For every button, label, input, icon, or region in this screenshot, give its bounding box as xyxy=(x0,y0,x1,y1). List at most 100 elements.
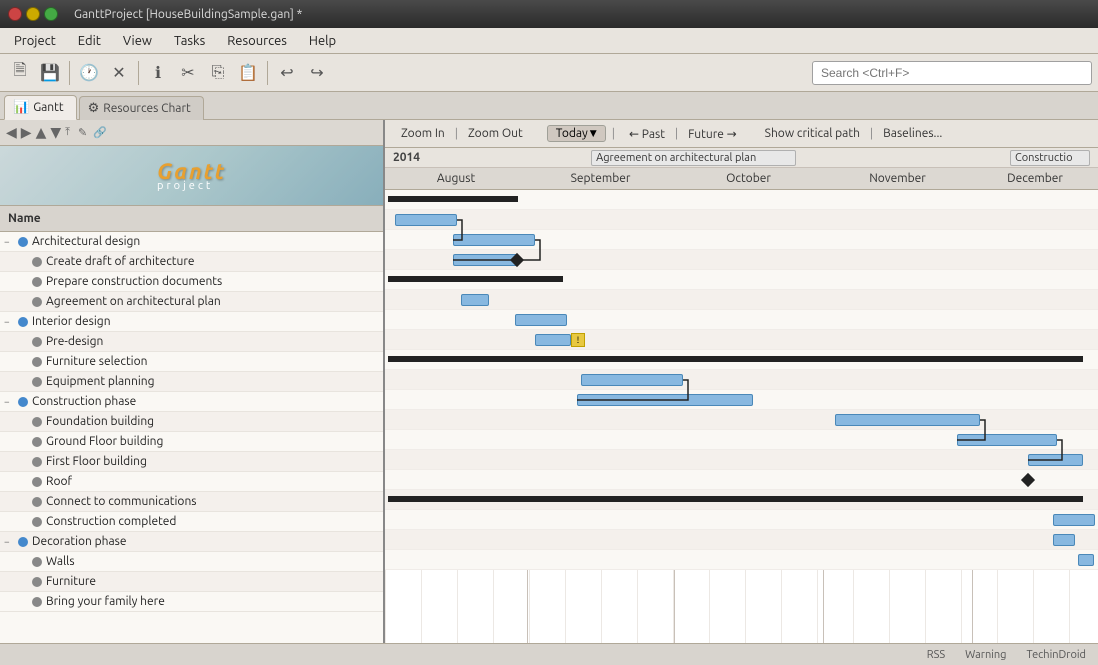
task-name: Construction phase xyxy=(32,395,136,408)
gantt-task-bar[interactable] xyxy=(515,314,567,326)
window-controls[interactable] xyxy=(8,7,58,21)
task-row[interactable]: Create draft of architecture xyxy=(0,252,383,272)
baselines-button[interactable]: Baselines... xyxy=(875,125,950,142)
task-name: Foundation building xyxy=(46,415,154,428)
today-button[interactable]: Today ▼ xyxy=(547,125,606,142)
task-dot xyxy=(32,457,42,467)
search-input[interactable] xyxy=(812,61,1092,85)
zoom-out-button[interactable]: Zoom Out xyxy=(460,125,531,142)
zoom-in-button[interactable]: Zoom In xyxy=(393,125,453,142)
task-dot xyxy=(32,577,42,587)
gantt-task-bar[interactable] xyxy=(1053,514,1095,526)
gantt-month-november: November xyxy=(823,172,972,185)
task-dot xyxy=(32,497,42,507)
show-critical-path-button[interactable]: Show critical path xyxy=(757,125,868,142)
maximize-button[interactable] xyxy=(44,7,58,21)
gantt-tab-icon: 📊 xyxy=(13,100,29,115)
save-button[interactable]: 💾 xyxy=(36,59,64,87)
task-name: Architectural design xyxy=(32,235,140,248)
task-row[interactable]: Connect to communications xyxy=(0,492,383,512)
nav-up[interactable]: ▲ xyxy=(34,124,49,141)
paste-button[interactable]: 📋 xyxy=(234,59,262,87)
gantt-task-bar[interactable] xyxy=(577,394,753,406)
expand-btn[interactable]: − xyxy=(4,396,18,407)
menu-edit[interactable]: Edit xyxy=(68,32,111,50)
task-row[interactable]: Ground Floor building xyxy=(0,432,383,452)
expand-btn[interactable]: − xyxy=(4,536,18,547)
redo-button[interactable]: ↪ xyxy=(303,59,331,87)
past-button[interactable]: ← Past xyxy=(621,125,673,143)
gantt-row-bg xyxy=(385,310,1098,330)
task-row[interactable]: Prepare construction documents xyxy=(0,272,383,292)
menu-help[interactable]: Help xyxy=(299,32,346,50)
menu-tasks[interactable]: Tasks xyxy=(164,32,215,50)
gantt-task-bar[interactable] xyxy=(1028,454,1083,466)
task-name: Connect to communications xyxy=(46,495,197,508)
task-row[interactable]: − Construction phase xyxy=(0,392,383,412)
nav-edit[interactable]: ✎ xyxy=(76,126,89,139)
task-row[interactable]: Construction completed xyxy=(0,512,383,532)
toolbar: 🗎 💾 🕐 ✕ ℹ ✂ ⎘ 📋 ↩ ↪ xyxy=(0,54,1098,92)
gantt-month-december: December xyxy=(972,172,1098,185)
nav-left[interactable]: ◀ xyxy=(4,124,19,141)
gantt-task-bar[interactable] xyxy=(535,334,571,346)
gantt-task-bar[interactable] xyxy=(1053,534,1075,546)
gantt-chart-area[interactable]: ! xyxy=(385,190,1098,643)
menu-view[interactable]: View xyxy=(113,32,162,50)
task-row[interactable]: − Decoration phase xyxy=(0,532,383,552)
task-dot xyxy=(32,437,42,447)
task-list[interactable]: − Architectural design Create draft of a… xyxy=(0,232,383,643)
task-row[interactable]: Foundation building xyxy=(0,412,383,432)
cut-button[interactable]: ✂ xyxy=(174,59,202,87)
gantt-task-bar[interactable] xyxy=(1078,554,1094,566)
expand-btn[interactable]: − xyxy=(4,316,18,327)
task-name: First Floor building xyxy=(46,455,147,468)
task-panel-header: Name xyxy=(0,206,383,232)
copy-button[interactable]: ⎘ xyxy=(204,59,232,87)
task-name: Decoration phase xyxy=(32,535,127,548)
nav-right[interactable]: ▶ xyxy=(19,124,34,141)
nav-arrows[interactable]: ◀ ▶ ▲ ▼ ⤒ ✎ 🔗 xyxy=(4,124,109,141)
agreement-label: Agreement on architectural plan xyxy=(591,150,796,166)
gantt-task-bar[interactable] xyxy=(581,374,683,386)
info-button[interactable]: ℹ xyxy=(144,59,172,87)
task-row[interactable]: Equipment planning xyxy=(0,372,383,392)
task-dot xyxy=(32,337,42,347)
gantt-row-bg xyxy=(385,210,1098,230)
gantt-task-bar[interactable] xyxy=(461,294,489,306)
task-row[interactable]: Roof xyxy=(0,472,383,492)
minimize-button[interactable] xyxy=(26,7,40,21)
gantt-task-bar[interactable] xyxy=(835,414,980,426)
gantt-row-bg xyxy=(385,410,1098,430)
gantt-task-bar[interactable] xyxy=(453,254,518,266)
task-row[interactable]: Bring your family here xyxy=(0,592,383,612)
task-row[interactable]: First Floor building xyxy=(0,452,383,472)
gantt-task-bar[interactable] xyxy=(395,214,457,226)
task-row[interactable]: − Interior design xyxy=(0,312,383,332)
gantt-task-bar[interactable] xyxy=(957,434,1057,446)
new-button[interactable]: 🗎 xyxy=(6,59,34,87)
gantt-row-bg xyxy=(385,530,1098,550)
task-row[interactable]: − Architectural design xyxy=(0,232,383,252)
tab-resources[interactable]: ⚙ Resources Chart xyxy=(79,96,204,120)
task-name: Furniture selection xyxy=(46,355,147,368)
undo-button[interactable]: ↩ xyxy=(273,59,301,87)
close-button[interactable] xyxy=(8,7,22,21)
expand-btn[interactable]: − xyxy=(4,236,18,247)
future-button[interactable]: Future → xyxy=(680,125,745,143)
nav-up2[interactable]: ⤒ xyxy=(63,126,72,139)
task-row[interactable]: Pre-design xyxy=(0,332,383,352)
gantt-task-bar[interactable] xyxy=(453,234,535,246)
tab-gantt[interactable]: 📊 Gantt xyxy=(4,95,77,120)
task-row[interactable]: Agreement on architectural plan xyxy=(0,292,383,312)
task-row[interactable]: Walls xyxy=(0,552,383,572)
menu-project[interactable]: Project xyxy=(4,32,66,50)
task-row[interactable]: Furniture xyxy=(0,572,383,592)
nav-down[interactable]: ▼ xyxy=(48,124,63,141)
close-button[interactable]: ✕ xyxy=(105,59,133,87)
nav-link[interactable]: 🔗 xyxy=(91,126,109,139)
gantt-row-bg xyxy=(385,450,1098,470)
task-row[interactable]: Furniture selection xyxy=(0,352,383,372)
recent-button[interactable]: 🕐 xyxy=(75,59,103,87)
menu-resources[interactable]: Resources xyxy=(217,32,297,50)
